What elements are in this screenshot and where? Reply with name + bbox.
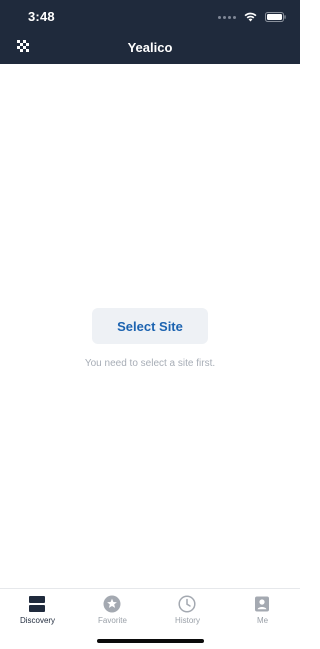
status-indicators bbox=[218, 10, 286, 24]
tab-label: History bbox=[175, 616, 200, 625]
star-icon bbox=[103, 595, 121, 613]
cellular-signal-icon bbox=[218, 15, 236, 19]
main-content: Select Site You need to select a site fi… bbox=[0, 64, 300, 588]
clock-icon bbox=[178, 595, 196, 613]
battery-icon bbox=[265, 12, 286, 22]
tab-label: Me bbox=[256, 616, 269, 625]
user-icon bbox=[253, 595, 271, 613]
status-time: 3:48 bbox=[28, 9, 55, 24]
wifi-icon bbox=[244, 12, 257, 22]
page-title: Yealico bbox=[127, 40, 173, 55]
tab-me[interactable]: Me bbox=[225, 589, 300, 629]
select-site-button[interactable]: Select Site bbox=[92, 308, 208, 344]
tab-label: Favorite bbox=[98, 616, 127, 625]
tab-favorite[interactable]: Favorite bbox=[75, 589, 150, 629]
discovery-icon bbox=[28, 595, 46, 613]
tab-history[interactable]: History bbox=[150, 589, 225, 629]
app-screen: 3:48 Yealico Select Site You need to sel… bbox=[0, 0, 300, 649]
home-indicator bbox=[97, 639, 204, 643]
select-site-hint: You need to select a site first. bbox=[84, 358, 216, 369]
tab-discovery[interactable]: Discovery bbox=[0, 589, 75, 629]
tab-label: Discovery bbox=[19, 616, 56, 625]
top-bar: 3:48 Yealico bbox=[0, 0, 300, 64]
